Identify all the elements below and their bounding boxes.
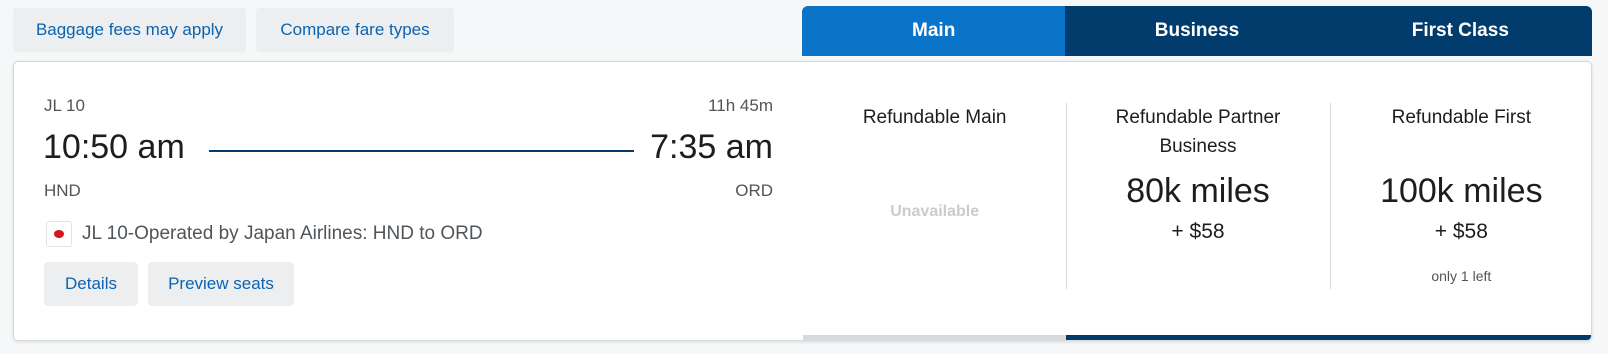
flight-card: JL 10 11h 45m 10:50 am 7:35 am HND ORD J… (13, 61, 1592, 341)
japan-airlines-logo-icon (46, 221, 72, 247)
departure-airport: HND (44, 181, 81, 200)
fare-options: Refundable Main Unavailable Refundable P… (803, 62, 1591, 340)
tab-business[interactable]: Business (1065, 6, 1329, 56)
arrival-airport: ORD (735, 181, 773, 200)
cabin-tabs: Main Business First Class (802, 6, 1592, 56)
baggage-fees-button[interactable]: Baggage fees may apply (13, 8, 246, 52)
fare-refundable-main: Refundable Main Unavailable (803, 62, 1067, 340)
flight-info: JL 10 11h 45m 10:50 am 7:35 am HND ORD J… (14, 62, 803, 340)
flight-number: JL 10 (44, 96, 85, 115)
flight-duration: 11h 45m (708, 96, 773, 115)
fare-name: Refundable Partner Business (1115, 107, 1281, 157)
fare-unavailable: Unavailable (890, 203, 980, 220)
fare-refundable-first[interactable]: Refundable First 100k miles + $58 only 1… (1329, 62, 1591, 340)
fare-refundable-partner-business[interactable]: Refundable Partner Business 80k miles + … (1066, 62, 1330, 340)
fare-bar (1066, 335, 1330, 340)
tab-first-class[interactable]: First Class (1328, 6, 1592, 56)
fare-name: Refundable First (1391, 107, 1532, 128)
details-button[interactable]: Details (44, 262, 138, 306)
fare-fee: + $58 (1434, 220, 1488, 243)
arrival-time: 7:35 am (650, 128, 773, 166)
tab-main[interactable]: Main (802, 6, 1066, 56)
fare-fee: + $58 (1171, 220, 1225, 243)
seats-left-note: only 1 left (1431, 268, 1492, 284)
preview-seats-button[interactable]: Preview seats (148, 262, 294, 306)
operating-carrier: JL 10-Operated by Japan Airlines: HND to… (46, 221, 483, 247)
fare-bar (1329, 335, 1591, 340)
route-line (209, 150, 634, 152)
carrier-text: JL 10-Operated by Japan Airlines: HND to… (82, 223, 483, 244)
departure-time: 10:50 am (43, 128, 185, 166)
fare-miles: 80k miles (1126, 172, 1270, 210)
compare-fare-types-button[interactable]: Compare fare types (256, 8, 454, 52)
fare-miles: 100k miles (1380, 172, 1543, 210)
fare-bar (803, 335, 1067, 340)
fare-name: Refundable Main (862, 107, 1007, 128)
